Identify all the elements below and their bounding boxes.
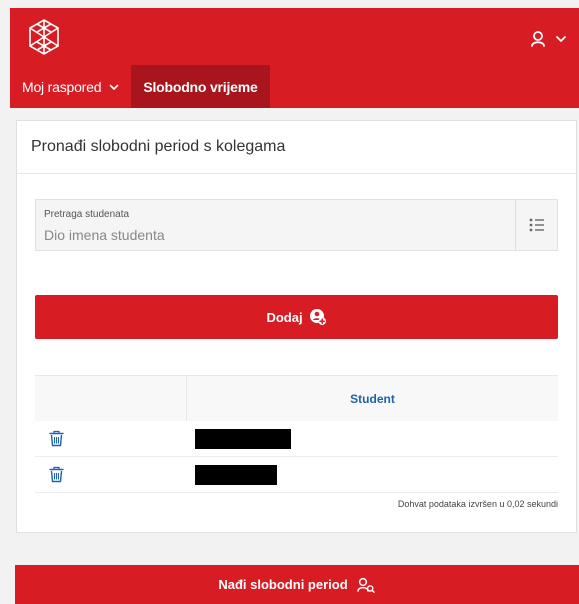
user-icon (531, 31, 545, 47)
table-header: Student (35, 375, 558, 421)
students-table: Student (35, 375, 558, 493)
search-label: Pretraga studenata (44, 209, 130, 220)
nav-slobodno-vrijeme[interactable]: Slobodno vrijeme (131, 65, 270, 108)
search-user-icon (356, 577, 375, 593)
main-nav: Moj raspored Slobodno vrijeme (10, 65, 270, 108)
delete-row-button[interactable] (35, 466, 187, 483)
card-header: Pronađi slobodni period s kolegama (17, 121, 576, 174)
find-free-period-label: Nađi slobodni period (218, 577, 348, 592)
student-search-field[interactable]: Pretraga studenata (35, 199, 558, 251)
chevron-down-icon (556, 36, 566, 42)
status-note: Dohvat podataka izvršen u 0,02 sekundi (397, 499, 558, 509)
table-header-student: Student (350, 391, 395, 406)
add-button-label: Dodaj (266, 309, 303, 325)
delete-row-button[interactable] (35, 430, 187, 447)
logo-icon[interactable] (24, 18, 64, 58)
nav-slobodno-vrijeme-label: Slobodno vrijeme (143, 78, 258, 95)
student-search-input[interactable] (44, 225, 504, 245)
find-free-period-button[interactable]: Nađi slobodni period (15, 565, 579, 604)
main-card: Pronađi slobodni period s kolegama Pretr… (16, 120, 577, 533)
add-student-button[interactable]: Dodaj (35, 295, 558, 339)
table-header-action (35, 376, 187, 421)
chevron-down-icon (110, 84, 119, 90)
table-row (35, 421, 558, 457)
trash-icon (49, 430, 64, 447)
redacted-student-name (195, 464, 277, 485)
add-user-icon (309, 309, 326, 325)
search-list-button[interactable] (515, 200, 557, 250)
top-bar: Moj raspored Slobodno vrijeme (10, 8, 579, 108)
nav-moj-raspored-label: Moj raspored (22, 78, 102, 95)
user-menu[interactable] (529, 30, 567, 48)
list-icon (529, 218, 544, 232)
nav-moj-raspored[interactable]: Moj raspored (10, 65, 131, 108)
card-title: Pronađi slobodni period s kolegama (31, 138, 286, 155)
redacted-student-name (195, 428, 291, 449)
trash-icon (49, 466, 64, 483)
table-row (35, 457, 558, 493)
